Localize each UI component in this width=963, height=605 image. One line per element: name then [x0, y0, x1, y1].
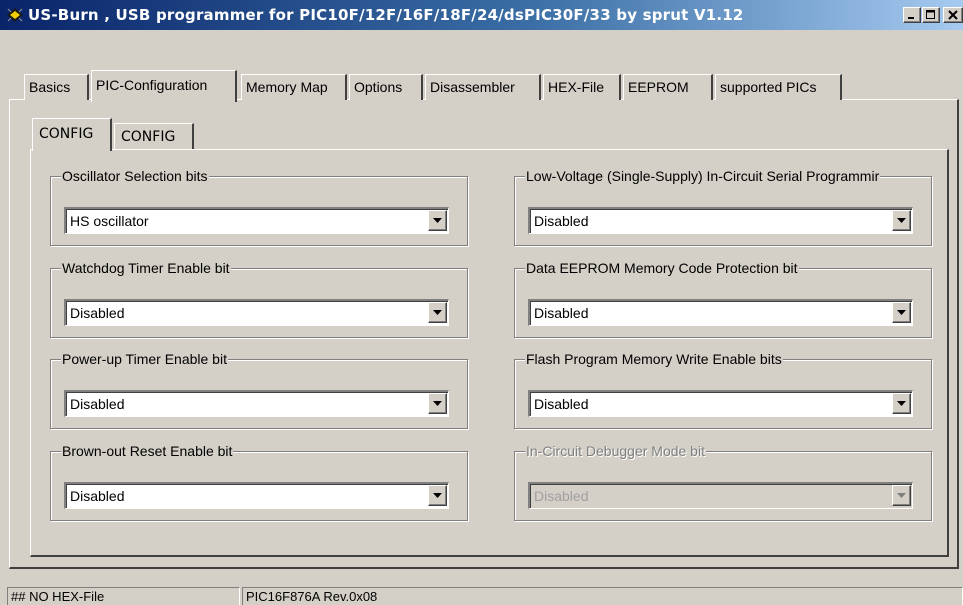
group-low-voltage-programming: Low-Voltage (Single-Supply) In-Circuit S… — [514, 167, 932, 246]
group-power-up-timer: Power-up Timer Enable bit Disabled — [50, 350, 468, 429]
brown-out-reset-select[interactable]: Disabled — [64, 482, 449, 509]
group-label: Power-up Timer Enable bit — [61, 350, 228, 368]
group-debugger-mode: In-Circuit Debugger Mode bit Disabled — [514, 442, 932, 521]
chevron-down-icon — [897, 218, 906, 223]
oscillator-select[interactable]: HS oscillator — [64, 207, 449, 234]
close-button[interactable] — [943, 7, 963, 23]
tab-supported-pics[interactable]: supported PICs — [715, 74, 842, 100]
group-label: Low-Voltage (Single-Supply) In-Circuit S… — [525, 167, 881, 185]
dropdown-button[interactable] — [428, 210, 447, 231]
dropdown-button[interactable] — [428, 393, 447, 414]
select-value: Disabled — [534, 488, 589, 504]
group-label: Flash Program Memory Write Enable bits — [525, 350, 783, 368]
subtab-config-1[interactable]: CONFIG — [32, 118, 112, 151]
chevron-down-icon — [897, 493, 906, 498]
select-value: Disabled — [534, 396, 589, 412]
subtab-config-2[interactable]: CONFIG — [114, 123, 194, 149]
chevron-down-icon — [433, 401, 442, 406]
group-label: Oscillator Selection bits — [61, 167, 209, 185]
tab-pic-configuration[interactable]: PIC-Configuration — [91, 70, 237, 102]
status-device: PIC16F876A Rev.0x08 — [242, 587, 963, 605]
window-title: US-Burn , USB programmer for PIC10F/12F/… — [28, 6, 744, 24]
flash-write-select[interactable]: Disabled — [528, 390, 913, 417]
title-bar[interactable]: US-Burn , USB programmer for PIC10F/12F/… — [0, 0, 963, 30]
power-up-timer-select[interactable]: Disabled — [64, 390, 449, 417]
tab-hex-file[interactable]: HEX-File — [543, 74, 621, 100]
tab-disassembler[interactable]: Disassembler — [425, 74, 541, 100]
dropdown-button[interactable] — [428, 485, 447, 506]
group-label: Data EEPROM Memory Code Protection bit — [525, 259, 799, 277]
select-value: Disabled — [534, 213, 589, 229]
group-oscillator-selection: Oscillator Selection bits HS oscillator — [50, 167, 468, 246]
maximize-icon — [926, 10, 935, 19]
chevron-down-icon — [433, 493, 442, 498]
group-label: Brown-out Reset Enable bit — [61, 442, 234, 460]
status-file: ## NO HEX-File — [7, 587, 240, 605]
chevron-down-icon — [897, 401, 906, 406]
group-data-eeprom-protection: Data EEPROM Memory Code Protection bit D… — [514, 259, 932, 338]
watchdog-select[interactable]: Disabled — [64, 299, 449, 326]
dropdown-button[interactable] — [892, 393, 911, 414]
group-label: In-Circuit Debugger Mode bit — [525, 442, 706, 460]
close-icon — [948, 10, 958, 20]
dropdown-button — [892, 485, 911, 506]
debugger-mode-select: Disabled — [528, 482, 913, 509]
maximize-button[interactable] — [922, 7, 940, 23]
data-eeprom-select[interactable]: Disabled — [528, 299, 913, 326]
group-brown-out-reset: Brown-out Reset Enable bit Disabled — [50, 442, 468, 521]
status-bar: ## NO HEX-File PIC16F876A Rev.0x08 — [0, 585, 963, 605]
chevron-down-icon — [433, 218, 442, 223]
select-value: Disabled — [534, 305, 589, 321]
group-flash-write-enable: Flash Program Memory Write Enable bits D… — [514, 350, 932, 429]
chevron-down-icon — [433, 310, 442, 315]
tab-basics[interactable]: Basics — [24, 74, 89, 100]
app-chip-icon[interactable] — [6, 7, 24, 23]
chevron-down-icon — [897, 310, 906, 315]
select-value: Disabled — [70, 488, 125, 504]
tab-memory-map[interactable]: Memory Map — [241, 74, 347, 100]
minimize-button[interactable] — [903, 7, 921, 23]
tab-eeprom[interactable]: EEPROM — [623, 74, 713, 100]
group-label: Watchdog Timer Enable bit — [61, 259, 231, 277]
dropdown-button[interactable] — [892, 210, 911, 231]
select-value: HS oscillator — [70, 213, 149, 229]
tab-options[interactable]: Options — [349, 74, 423, 100]
minimize-icon — [908, 17, 914, 19]
dropdown-button[interactable] — [428, 302, 447, 323]
group-watchdog-timer: Watchdog Timer Enable bit Disabled — [50, 259, 468, 338]
select-value: Disabled — [70, 396, 125, 412]
low-voltage-select[interactable]: Disabled — [528, 207, 913, 234]
select-value: Disabled — [70, 305, 125, 321]
dropdown-button[interactable] — [892, 302, 911, 323]
